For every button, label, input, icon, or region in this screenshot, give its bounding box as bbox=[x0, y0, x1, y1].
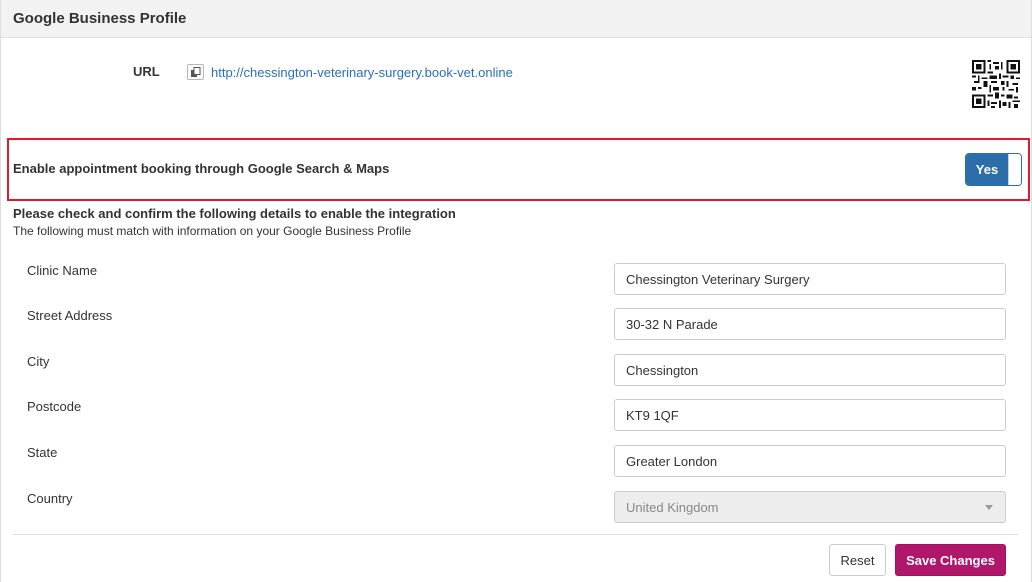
instructions: Please check and confirm the following d… bbox=[13, 206, 456, 238]
postcode-input[interactable]: KT9 1QF bbox=[614, 399, 1006, 431]
form-row-street-address: Street Address 30-32 N Parade bbox=[1, 308, 1031, 342]
panel-header: Google Business Profile bbox=[1, 0, 1031, 38]
google-business-profile-panel: Google Business Profile URL http://chess… bbox=[0, 0, 1032, 582]
footer-divider bbox=[13, 534, 1018, 535]
street-address-label: Street Address bbox=[27, 308, 113, 323]
postcode-label: Postcode bbox=[27, 399, 82, 414]
booking-toggle-highlight: Enable appointment booking through Googl… bbox=[7, 138, 1030, 201]
country-select-value: United Kingdom bbox=[626, 499, 719, 515]
clinic-name-input[interactable]: Chessington Veterinary Surgery bbox=[614, 263, 1006, 295]
toggle-knob bbox=[1008, 154, 1021, 185]
city-label: City bbox=[27, 354, 50, 369]
booking-url-link[interactable]: http://chessington-veterinary-surgery.bo… bbox=[211, 65, 513, 80]
booking-toggle-label: Enable appointment booking through Googl… bbox=[13, 161, 390, 176]
qr-code-icon[interactable] bbox=[972, 60, 1020, 108]
panel-title: Google Business Profile bbox=[13, 10, 187, 27]
form-row-state: State Greater London bbox=[1, 445, 1031, 479]
street-address-input[interactable]: 30-32 N Parade bbox=[614, 308, 1006, 340]
form-row-clinic-name: Clinic Name Chessington Veterinary Surge… bbox=[1, 263, 1031, 297]
state-label: State bbox=[27, 445, 58, 460]
city-input[interactable]: Chessington bbox=[614, 354, 1006, 386]
country-label: Country bbox=[27, 491, 73, 506]
form-row-city: City Chessington bbox=[1, 354, 1031, 388]
toggle-yes-label: Yes bbox=[966, 154, 1008, 185]
url-row: URL http://chessington-veterinary-surger… bbox=[1, 38, 1031, 118]
copy-icon[interactable] bbox=[187, 64, 204, 80]
instructions-title: Please check and confirm the following d… bbox=[13, 206, 456, 221]
save-changes-button[interactable]: Save Changes bbox=[895, 544, 1006, 576]
country-select[interactable]: United Kingdom bbox=[614, 491, 1006, 523]
form-row-country: Country United Kingdom bbox=[1, 491, 1031, 525]
instructions-subtitle: The following must match with informatio… bbox=[13, 224, 412, 238]
chevron-down-icon bbox=[985, 505, 993, 510]
url-label: URL bbox=[133, 64, 160, 79]
form-row-postcode: Postcode KT9 1QF bbox=[1, 399, 1031, 433]
reset-button[interactable]: Reset bbox=[829, 544, 886, 576]
booking-toggle[interactable]: Yes bbox=[965, 153, 1022, 186]
state-input[interactable]: Greater London bbox=[614, 445, 1006, 477]
clinic-name-label: Clinic Name bbox=[27, 263, 98, 278]
